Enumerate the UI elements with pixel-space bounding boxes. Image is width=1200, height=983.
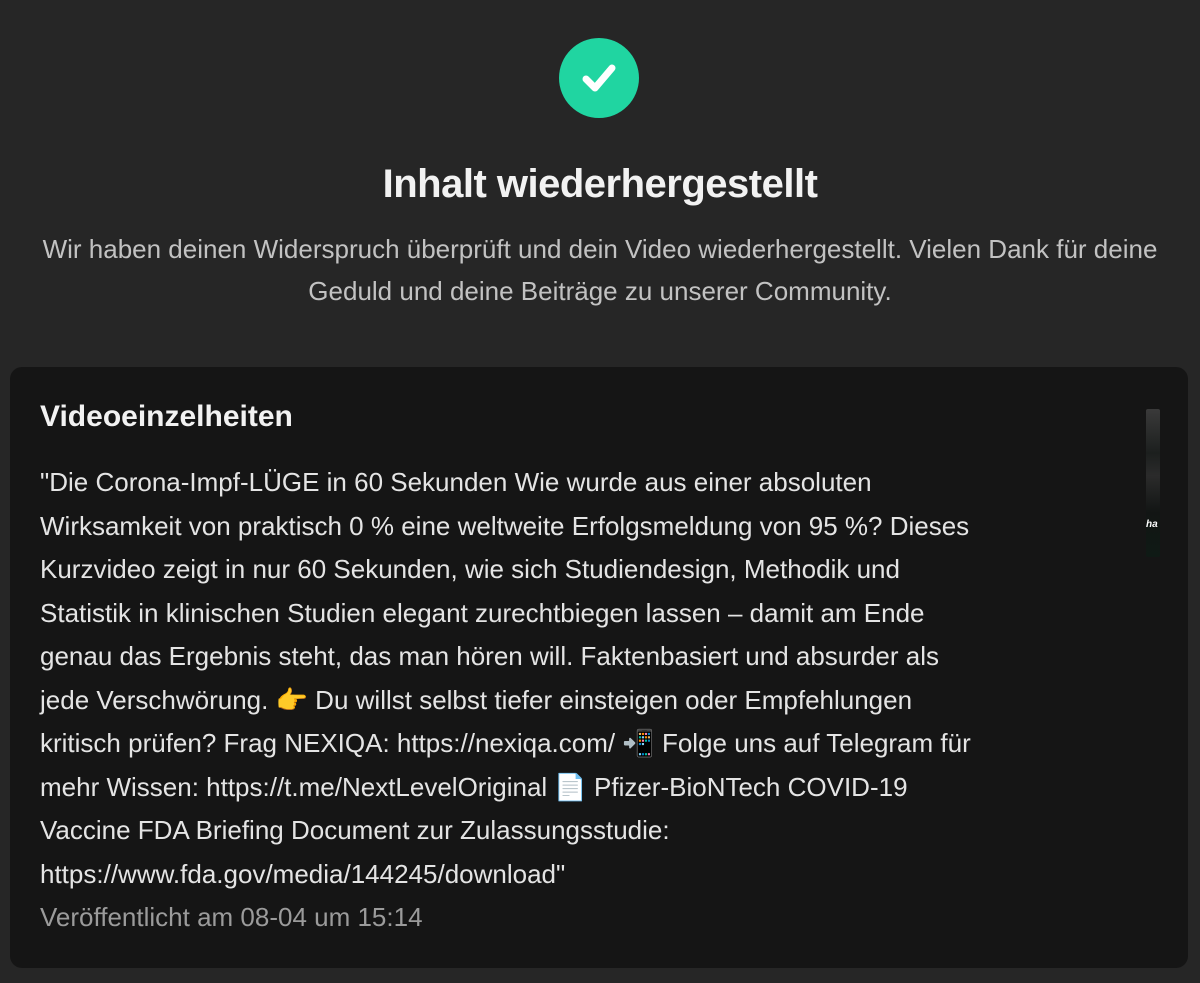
published-timestamp: Veröffentlicht am 08-04 um 15:14 [40,902,423,932]
check-circle-icon [559,38,639,118]
content-restored-page: Inhalt wiederhergestellt Wir haben deine… [0,0,1200,983]
video-details-card: Videoeinzelheiten ha "Die Corona-Impf-LÜ… [10,367,1188,968]
video-details-heading: Videoeinzelheiten [40,400,293,433]
video-thumbnail[interactable]: ha [1146,409,1160,557]
thumbnail-caption: ha [1146,519,1158,530]
video-description: "Die Corona-Impf-LÜGE in 60 Sekunden Wie… [40,467,971,889]
status-message: Wir haben deinen Widerspruch überprüft u… [42,234,1158,306]
page-title: Inhalt wiederhergestellt [382,162,818,206]
